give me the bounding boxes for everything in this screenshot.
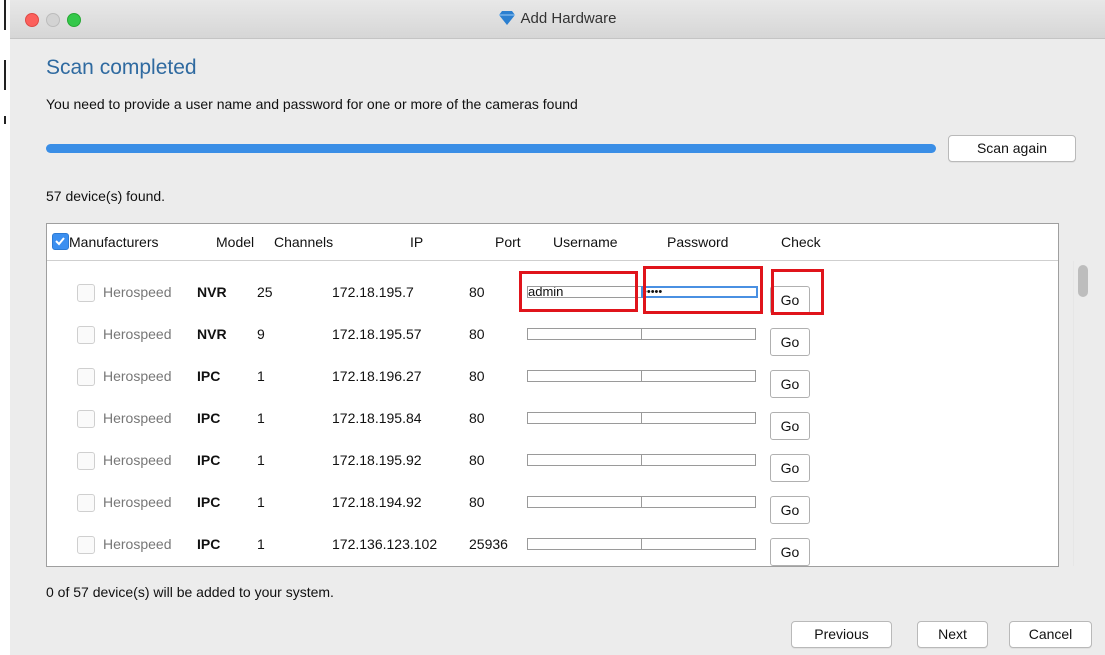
page-title: Scan completed xyxy=(46,56,197,79)
table-row: Herospeed NVR 9 172.18.195.57 80 Go xyxy=(47,314,1058,356)
column-check[interactable]: Check xyxy=(781,234,821,250)
title-bar: Add Hardware xyxy=(10,0,1105,39)
channels-cell: 1 xyxy=(257,368,265,384)
model-cell: IPC xyxy=(197,494,221,510)
port-cell: 80 xyxy=(469,452,485,468)
port-cell: 80 xyxy=(469,494,485,510)
manufacturer-cell: Herospeed xyxy=(103,410,172,426)
channels-cell: 1 xyxy=(257,410,265,426)
next-button[interactable]: Next xyxy=(917,621,988,648)
channels-cell: 9 xyxy=(257,326,265,342)
model-cell: IPC xyxy=(197,452,221,468)
diamond-app-icon xyxy=(498,11,515,25)
row-checkbox[interactable] xyxy=(77,410,95,428)
table-header: Manufacturers Model Channels IP Port Use… xyxy=(47,224,1058,261)
port-cell: 80 xyxy=(469,326,485,342)
go-button[interactable]: Go xyxy=(770,454,810,482)
username-input[interactable] xyxy=(527,412,643,424)
username-input[interactable] xyxy=(527,496,643,508)
previous-button[interactable]: Previous xyxy=(791,621,892,648)
scroll-track xyxy=(1073,261,1074,566)
row-checkbox[interactable] xyxy=(77,368,95,386)
ip-cell: 172.136.123.102 xyxy=(332,536,438,552)
ip-cell: 172.18.195.84 xyxy=(332,410,422,426)
go-button[interactable]: Go xyxy=(770,412,810,440)
manufacturer-cell: Herospeed xyxy=(103,284,172,300)
column-username[interactable]: Username xyxy=(553,234,618,250)
checkmark-icon xyxy=(55,237,65,246)
go-button[interactable]: Go xyxy=(770,496,810,524)
port-cell: 80 xyxy=(469,410,485,426)
model-cell: NVR xyxy=(197,326,227,342)
devices-added-summary: 0 of 57 device(s) will be added to your … xyxy=(46,584,334,600)
row-checkbox[interactable] xyxy=(77,284,95,302)
channels-cell: 1 xyxy=(257,494,265,510)
instruction-text: You need to provide a user name and pass… xyxy=(46,96,578,112)
row-checkbox[interactable] xyxy=(77,494,95,512)
go-highlight-box xyxy=(771,269,824,315)
channels-cell: 1 xyxy=(257,536,265,552)
add-hardware-window: Add Hardware Scan completed You need to … xyxy=(10,0,1105,655)
manufacturer-cell: Herospeed xyxy=(103,536,172,552)
channels-cell: 1 xyxy=(257,452,265,468)
password-input[interactable] xyxy=(641,538,756,550)
manufacturer-cell: Herospeed xyxy=(103,326,172,342)
scan-progress-bar xyxy=(46,144,936,153)
model-cell: IPC xyxy=(197,410,221,426)
devices-found-count: 57 device(s) found. xyxy=(46,188,166,204)
password-highlight-box xyxy=(643,266,763,314)
password-input[interactable] xyxy=(641,328,756,340)
go-button[interactable]: Go xyxy=(770,538,810,566)
table-row: Herospeed IPC 1 172.18.194.92 80 Go xyxy=(47,482,1058,524)
ip-cell: 172.18.195.7 xyxy=(332,284,414,300)
ip-cell: 172.18.195.57 xyxy=(332,326,422,342)
port-cell: 80 xyxy=(469,284,485,300)
scan-again-button[interactable]: Scan again xyxy=(948,135,1076,162)
username-input[interactable] xyxy=(527,538,643,550)
channels-cell: 25 xyxy=(257,284,273,300)
select-all-checkbox[interactable] xyxy=(52,233,69,250)
password-input[interactable] xyxy=(641,370,756,382)
row-checkbox[interactable] xyxy=(77,326,95,344)
manufacturer-cell: Herospeed xyxy=(103,368,172,384)
username-input[interactable] xyxy=(527,328,643,340)
manufacturer-cell: Herospeed xyxy=(103,494,172,510)
port-cell: 25936 xyxy=(469,536,508,552)
row-checkbox[interactable] xyxy=(77,536,95,554)
ip-cell: 172.18.196.27 xyxy=(332,368,422,384)
cancel-button[interactable]: Cancel xyxy=(1009,621,1092,648)
background-edge xyxy=(0,0,10,655)
column-model[interactable]: Model xyxy=(216,234,254,250)
column-port[interactable]: Port xyxy=(495,234,521,250)
ip-cell: 172.18.194.92 xyxy=(332,494,422,510)
username-highlight-box xyxy=(519,271,638,312)
column-ip[interactable]: IP xyxy=(410,234,423,250)
port-cell: 80 xyxy=(469,368,485,384)
model-cell: IPC xyxy=(197,368,221,384)
password-input[interactable] xyxy=(641,454,756,466)
column-manufacturers[interactable]: Manufacturers xyxy=(69,234,158,250)
go-button[interactable]: Go xyxy=(770,370,810,398)
table-row: Herospeed IPC 1 172.18.196.27 80 Go xyxy=(47,356,1058,398)
password-input[interactable] xyxy=(641,496,756,508)
column-password[interactable]: Password xyxy=(667,234,728,250)
model-cell: NVR xyxy=(197,284,227,300)
table-row: Herospeed IPC 1 172.18.195.92 80 Go xyxy=(47,440,1058,482)
ip-cell: 172.18.195.92 xyxy=(332,452,422,468)
device-table: Manufacturers Model Channels IP Port Use… xyxy=(46,223,1088,567)
window-title: Add Hardware xyxy=(520,10,617,27)
username-input[interactable] xyxy=(527,370,643,382)
go-button[interactable]: Go xyxy=(770,328,810,356)
password-input[interactable] xyxy=(641,412,756,424)
manufacturer-cell: Herospeed xyxy=(103,452,172,468)
row-checkbox[interactable] xyxy=(77,452,95,470)
table-row: Herospeed IPC 1 172.136.123.102 25936 Go xyxy=(47,524,1058,566)
table-scrollbar[interactable] xyxy=(1078,265,1088,297)
column-channels[interactable]: Channels xyxy=(274,234,333,250)
username-input[interactable] xyxy=(527,454,643,466)
table-row: Herospeed IPC 1 172.18.195.84 80 Go xyxy=(47,398,1058,440)
model-cell: IPC xyxy=(197,536,221,552)
